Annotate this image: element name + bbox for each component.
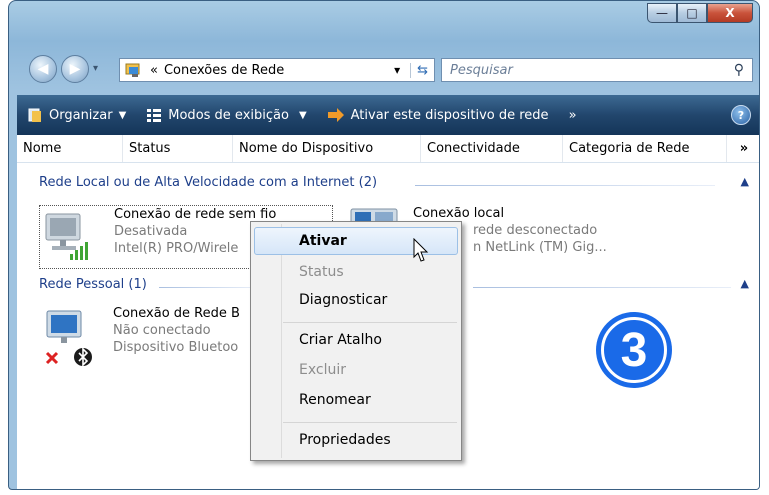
toolbar-more-button[interactable]: »: [569, 108, 577, 123]
column-header-connectivity[interactable]: Conectividade: [421, 135, 563, 162]
help-button[interactable]: ?: [731, 105, 751, 125]
close-icon: X: [725, 6, 735, 20]
breadcrumb-prefix[interactable]: «: [150, 63, 158, 78]
group-divider: [159, 287, 255, 288]
address-box[interactable]: « Conexões de Rede ▾ ⇆: [119, 58, 435, 82]
column-header-name[interactable]: Nome: [17, 135, 123, 162]
item-status: Desativada: [114, 224, 188, 239]
group-header-lan[interactable]: Rede Local ou de Alta Velocidade com a I…: [17, 175, 759, 195]
back-arrow-icon: ◀: [37, 61, 49, 77]
menu-gutter-line: [281, 224, 282, 458]
organize-icon: [28, 108, 41, 122]
forward-button[interactable]: ▶: [61, 55, 89, 83]
maximize-icon: □: [686, 6, 698, 20]
organize-label: Organizar: [49, 107, 113, 123]
search-icon[interactable]: ⚲: [734, 62, 744, 78]
item-name: Conexão de Rede B: [113, 306, 240, 321]
columns-more-button[interactable]: »: [727, 135, 759, 162]
group-divider: [415, 185, 715, 186]
bluetooth-network-icon: [45, 310, 92, 367]
address-dropdown-icon[interactable]: ▾: [394, 63, 400, 77]
minimize-icon: —: [656, 6, 668, 20]
views-chevron-icon: ▼: [298, 109, 307, 121]
item-device: Dispositivo Bluetoo: [113, 340, 239, 355]
group-divider: [473, 287, 731, 288]
column-header-status[interactable]: Status: [123, 135, 233, 162]
column-headers: Nome Status Nome do Dispositivo Conectiv…: [17, 135, 759, 163]
item-device: Intel(R) PRO/Wirele: [114, 241, 239, 256]
back-button[interactable]: ◀: [29, 55, 57, 83]
close-button[interactable]: X: [707, 3, 753, 23]
caption-buttons: — □ X: [647, 3, 753, 23]
group-title: Rede Pessoal (1): [39, 277, 147, 292]
menu-separator: [283, 422, 457, 423]
search-input[interactable]: Pesquisar: [450, 63, 513, 78]
maximize-button[interactable]: □: [677, 3, 707, 23]
menu-item-create-shortcut[interactable]: Criar Atalho: [299, 332, 382, 348]
item-status: Não conectado: [113, 323, 211, 338]
collapse-chevron-icon[interactable]: ▲: [741, 175, 749, 188]
menu-item-diagnose[interactable]: Diagnosticar: [299, 292, 387, 308]
search-box[interactable]: Pesquisar ⚲: [441, 58, 753, 82]
item-device: n NetLink (TM) Gig...: [473, 240, 607, 255]
organize-chevron-icon: ▼: [118, 109, 127, 121]
menu-item-rename[interactable]: Renomear: [299, 392, 371, 408]
mouse-cursor-icon: [413, 238, 429, 262]
organize-button[interactable]: Organizar ▼: [27, 107, 126, 123]
recent-pages-dropdown[interactable]: ▾: [93, 63, 98, 74]
minimize-button[interactable]: —: [647, 3, 677, 23]
arrow-right-icon: [327, 108, 344, 122]
collapse-chevron-icon[interactable]: ▲: [741, 277, 749, 290]
menu-separator: [283, 322, 457, 323]
list-item-bluetooth-connection[interactable]: Conexão de Rede B Não conectado Disposit…: [39, 305, 265, 369]
enable-device-button[interactable]: Ativar este dispositivo de rede: [327, 108, 549, 123]
views-icon: [147, 109, 162, 122]
step-number: 3: [601, 317, 667, 383]
item-name: Conexão local: [413, 206, 505, 221]
column-header-category[interactable]: Categoria de Rede: [563, 135, 727, 162]
help-icon: ?: [737, 108, 745, 122]
toolbar-more-icon: »: [568, 107, 577, 123]
column-header-device[interactable]: Nome do Dispositivo: [233, 135, 421, 162]
enable-device-label: Ativar este dispositivo de rede: [350, 107, 549, 123]
command-toolbar: Organizar ▼ Modos de exibição ▼ Ativar e…: [17, 95, 759, 135]
step-badge: 3: [596, 312, 672, 388]
views-button[interactable]: Modos de exibição ▼: [146, 107, 307, 123]
network-folder-icon: [125, 63, 140, 77]
refresh-icon[interactable]: ⇆: [410, 62, 434, 78]
menu-item-properties[interactable]: Propriedades: [299, 432, 391, 448]
menu-item-enable[interactable]: Ativar: [299, 233, 347, 249]
menu-item-status[interactable]: Status: [299, 264, 344, 280]
forward-arrow-icon: ▶: [69, 61, 81, 77]
wireless-network-icon: [45, 213, 88, 260]
views-label: Modos de exibição: [168, 107, 289, 123]
breadcrumb-location[interactable]: Conexões de Rede: [164, 63, 284, 78]
address-bar-row: ◀ ▶ ▾ « Conexões de Rede ▾ ⇆ Pesquisar ⚲: [23, 53, 753, 83]
item-status: rede desconectado: [473, 223, 598, 238]
menu-item-delete[interactable]: Excluir: [299, 362, 346, 378]
group-title: Rede Local ou de Alta Velocidade com a I…: [39, 175, 378, 190]
